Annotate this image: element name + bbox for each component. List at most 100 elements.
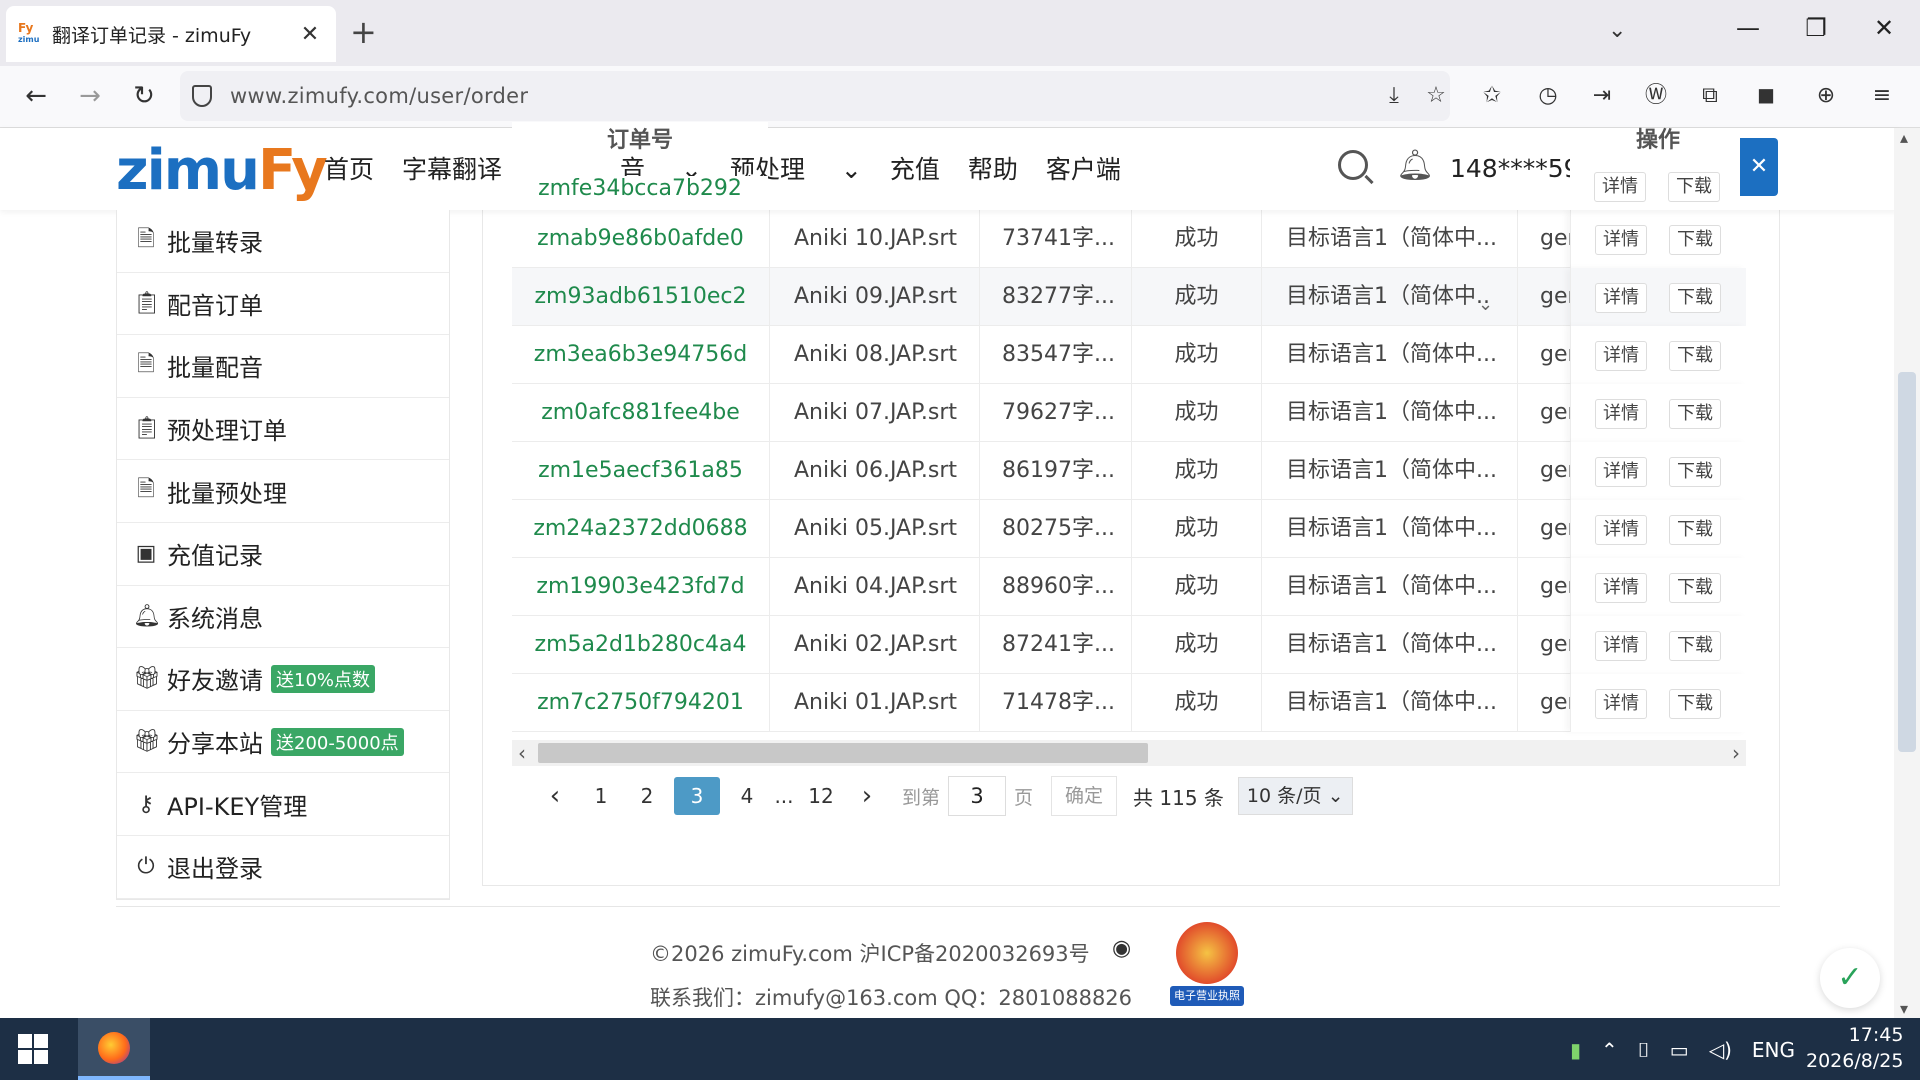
table-row[interactable]: zm3ea6b3e94756d Aniki 08.JAP.srt 83547字...… (512, 326, 1746, 384)
page-size-select[interactable]: 10 条/页 ⌄ (1237, 777, 1353, 815)
order-id-link[interactable]: zm0afc881fee4be (512, 384, 770, 442)
download-button[interactable]: 下载 (1669, 573, 1721, 603)
sidebar-item[interactable]: 📋︎ 配音订单 (117, 273, 449, 336)
usb-icon[interactable]: ⌷ (1638, 1038, 1650, 1062)
business-license-label[interactable]: 电子营业执照 (1170, 986, 1244, 1006)
detail-button[interactable]: 详情 (1595, 515, 1647, 545)
save-page-icon[interactable]: ⤓ (1378, 80, 1410, 112)
site-logo[interactable]: zimuFy (116, 138, 328, 203)
bookmarks-icon[interactable]: ✩ (1476, 80, 1508, 112)
scroll-up-icon[interactable]: ▴ (1900, 128, 1908, 147)
url-text[interactable]: www.zimufy.com/user/order (230, 84, 528, 108)
download-button[interactable]: 下载 (1669, 689, 1721, 719)
nav-recharge[interactable]: 充值 (890, 150, 940, 186)
extension-w-icon[interactable]: Ⓦ (1640, 80, 1672, 112)
sidebar-item[interactable]: 🎁︎ 好友邀请 送10%点数 (117, 648, 449, 711)
download-button[interactable]: 下载 (1669, 341, 1721, 371)
order-id-link[interactable]: zm1e5aecf361a85 (512, 442, 770, 500)
history-icon[interactable]: ◷ (1532, 80, 1564, 112)
first-order-id-link[interactable]: zmfe34bcca7b292 (512, 176, 768, 201)
business-license-emblem-icon[interactable] (1176, 922, 1238, 984)
detail-button[interactable]: 详情 (1595, 283, 1647, 313)
table-row[interactable]: zm0afc881fee4be Aniki 07.JAP.srt 79627字...… (512, 384, 1746, 442)
restore-icon[interactable]: ❐ (1796, 14, 1836, 42)
windows-start-icon[interactable] (18, 1034, 48, 1064)
nav-help[interactable]: 帮助 (968, 150, 1018, 186)
download-button[interactable]: 下载 (1669, 631, 1721, 661)
order-id-link[interactable]: zm5a2d1b280c4a4 (512, 616, 770, 674)
sidebar-item[interactable]: ⏻ 退出登录 (117, 836, 449, 899)
download-button[interactable]: 下载 (1669, 399, 1721, 429)
download-button[interactable]: 下载 (1669, 225, 1721, 255)
network-icon[interactable]: ▭ (1670, 1038, 1689, 1062)
reload-icon[interactable]: ↻ (126, 80, 162, 112)
security-shield-icon[interactable]: ✓ (1820, 948, 1880, 1008)
search-icon[interactable] (1338, 150, 1368, 180)
extensions-icon[interactable]: ⧉ (1694, 80, 1726, 112)
detail-button[interactable]: 详情 (1595, 457, 1647, 487)
close-tab-icon[interactable]: ✕ (296, 22, 324, 47)
table-row[interactable]: zm93adb61510ec2 Aniki 09.JAP.srt 83277字...… (512, 268, 1746, 326)
signin-icon[interactable]: ⇥ (1586, 80, 1618, 112)
sidebar-item[interactable]: 🗎︎ 批量转录 (117, 210, 449, 273)
scroll-down-icon[interactable]: ▾ (1900, 999, 1908, 1018)
table-row[interactable]: zm7c2750f794201 Aniki 01.JAP.srt 71478字...… (512, 674, 1746, 732)
tab-list-chevron-icon[interactable]: ⌄ (1608, 18, 1626, 43)
back-icon[interactable]: ← (18, 80, 54, 112)
table-row[interactable]: zm24a2372dd0688 Aniki 05.JAP.srt 80275字...… (512, 500, 1746, 558)
table-row[interactable]: zm19903e423fd7d Aniki 04.JAP.srt 88960字...… (512, 558, 1746, 616)
tracking-shield-icon[interactable] (192, 85, 212, 107)
order-id-link[interactable]: zm24a2372dd0688 (512, 500, 770, 558)
nav-client[interactable]: 客户端 (1046, 150, 1121, 186)
sidebar-item[interactable]: ▣ 充值记录 (117, 523, 449, 586)
tray-expand-icon[interactable]: ⌃ (1601, 1038, 1618, 1062)
detail-button[interactable]: 详情 (1594, 172, 1646, 202)
window-close-icon[interactable]: ✕ (1864, 14, 1904, 42)
volume-icon[interactable]: ◁) (1709, 1038, 1732, 1062)
order-id-link[interactable]: zm19903e423fd7d (512, 558, 770, 616)
sidebar-item[interactable]: 🎁︎ 分享本站 送200-5000点 (117, 711, 449, 774)
page-vertical-scrollbar[interactable]: ▴ ▾ (1894, 128, 1920, 1018)
download-button[interactable]: 下载 (1669, 515, 1721, 545)
goto-confirm-button[interactable]: 确定 (1051, 776, 1118, 816)
forward-icon[interactable]: → (72, 80, 108, 112)
scroll-right-icon[interactable]: › (1732, 740, 1740, 766)
address-bar[interactable]: www.zimufy.com/user/order (180, 71, 1450, 121)
detail-button[interactable]: 详情 (1595, 225, 1647, 255)
sidebar-item[interactable]: 🗎︎ 批量配音 (117, 335, 449, 398)
firefox-taskbar-button[interactable] (78, 1018, 150, 1080)
page-1[interactable]: 1 (582, 777, 620, 815)
table-horizontal-scrollbar[interactable]: ‹ › (512, 740, 1746, 766)
input-language[interactable]: ENG (1752, 1038, 1795, 1062)
table-row[interactable]: zmab9e86b0afde0 Aniki 10.JAP.srt 73741字...… (512, 210, 1746, 268)
sidebar-item[interactable]: 📋︎ 预处理订单 (117, 398, 449, 461)
download-button[interactable]: 下载 (1669, 457, 1721, 487)
browser-tab[interactable]: Fy zimu 翻译订单记录 - zimuFy ✕ (6, 6, 336, 62)
sidebar-item[interactable]: 🔔︎ 系统消息 (117, 586, 449, 649)
page-4[interactable]: 4 (728, 777, 766, 815)
extension-mask-icon[interactable]: ◼ (1750, 80, 1782, 112)
page-2[interactable]: 2 (628, 777, 666, 815)
prev-page-icon[interactable]: ‹ (536, 781, 574, 811)
scroll-left-icon[interactable]: ‹ (518, 740, 526, 766)
taskbar-clock[interactable]: 17:45 2026/8/25 (1806, 1022, 1903, 1074)
nav-home[interactable]: 首页 (324, 150, 374, 186)
nav-subtitle-translate[interactable]: 字幕翻译 (402, 150, 502, 186)
order-id-link[interactable]: zm3ea6b3e94756d (512, 326, 770, 384)
detail-button[interactable]: 详情 (1595, 573, 1647, 603)
download-icon[interactable]: ⊕ (1810, 80, 1842, 112)
detail-button[interactable]: 详情 (1595, 399, 1647, 429)
weibo-icon[interactable]: ◉ (1112, 936, 1131, 961)
page-ellipsis[interactable]: ... (774, 777, 794, 815)
order-id-link[interactable]: zm93adb61510ec2 (512, 268, 770, 326)
order-id-link[interactable]: zmab9e86b0afde0 (512, 210, 770, 268)
goto-page-input[interactable]: 3 (948, 776, 1007, 816)
next-page-icon[interactable]: › (848, 781, 886, 811)
order-id-link[interactable]: zm7c2750f794201 (512, 674, 770, 732)
download-button[interactable]: 下载 (1668, 172, 1720, 202)
battery-icon[interactable]: ▮ (1570, 1038, 1581, 1062)
table-row[interactable]: zm1e5aecf361a85 Aniki 06.JAP.srt 86197字...… (512, 442, 1746, 500)
close-panel-icon[interactable]: ✕ (1740, 138, 1778, 196)
page-3-active[interactable]: 3 (674, 777, 720, 815)
sidebar-item[interactable]: ⚷ API-KEY管理 (117, 773, 449, 836)
